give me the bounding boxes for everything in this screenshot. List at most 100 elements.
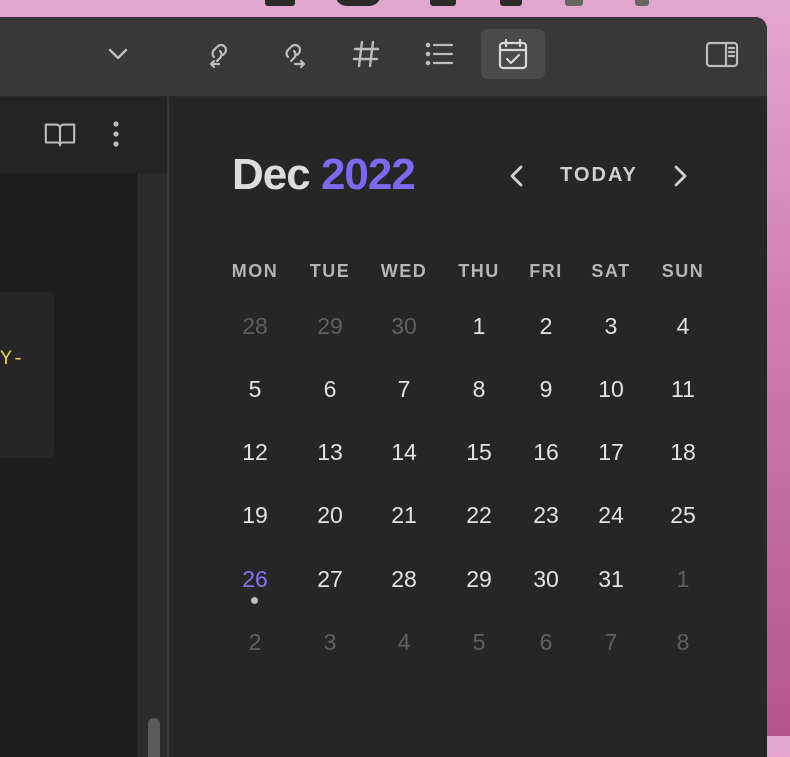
weekday-header: SAT — [591, 261, 631, 281]
calendar-day[interactable]: 29 — [300, 304, 360, 348]
calendar-day[interactable]: 7 — [374, 367, 434, 411]
calendar-day[interactable]: 16 — [516, 430, 576, 474]
calendar-day[interactable]: 10 — [581, 367, 641, 411]
calendar-day-today[interactable]: 26 — [225, 557, 285, 604]
calendar-day[interactable]: 9 — [516, 367, 576, 411]
outline-icon — [425, 42, 454, 66]
calendar-day[interactable]: 7 — [581, 620, 641, 664]
day-number: 2 — [539, 313, 553, 339]
outline-button[interactable] — [407, 29, 471, 79]
chevron-right-icon — [674, 165, 687, 187]
previous-month-button[interactable] — [499, 158, 535, 194]
day-number: 26 — [242, 566, 268, 592]
calendar-day[interactable]: 6 — [300, 367, 360, 411]
backlinks-button[interactable] — [185, 29, 249, 79]
day-number: 14 — [391, 439, 417, 465]
day-number: 1 — [472, 313, 486, 339]
day-number: 15 — [466, 439, 492, 465]
toggle-right-sidebar-icon — [705, 41, 739, 68]
day-number: 7 — [397, 376, 411, 402]
calendar-day[interactable]: 8 — [653, 620, 713, 664]
calendar-day[interactable]: 25 — [653, 493, 713, 537]
calendar-day[interactable]: 3 — [300, 620, 360, 664]
calendar-day[interactable]: 20 — [300, 493, 360, 537]
day-number: 28 — [391, 566, 417, 592]
day-number: 12 — [242, 439, 268, 465]
day-number: 4 — [397, 629, 411, 655]
editor-scrollbar[interactable] — [138, 173, 167, 757]
editor-pane: Y- — [0, 97, 168, 757]
calendar-day[interactable]: 14 — [374, 430, 434, 474]
calendar-day[interactable]: 28 — [225, 304, 285, 348]
sidebar-toolbar — [0, 17, 767, 97]
calendar-day[interactable]: 21 — [374, 493, 434, 537]
day-number: 22 — [466, 502, 492, 528]
day-number: 31 — [598, 566, 624, 592]
scrollbar-thumb[interactable] — [148, 718, 160, 757]
day-number: 7 — [604, 629, 618, 655]
calendar-day[interactable]: 31 — [581, 557, 641, 601]
day-number: 10 — [598, 376, 624, 402]
calendar-day[interactable]: 1 — [449, 304, 509, 348]
calendar-day[interactable]: 8 — [449, 367, 509, 411]
calendar-day[interactable]: 12 — [225, 430, 285, 474]
calendar-day[interactable]: 5 — [225, 367, 285, 411]
calendar-day[interactable]: 19 — [225, 493, 285, 537]
day-number: 4 — [676, 313, 690, 339]
calendar-day[interactable]: 5 — [449, 620, 509, 664]
calendar-day[interactable]: 4 — [653, 304, 713, 348]
day-number: 1 — [676, 566, 690, 592]
editor-content[interactable]: Y- — [0, 173, 138, 757]
calendar-day[interactable]: 27 — [300, 557, 360, 601]
calendar-day[interactable]: 28 — [374, 557, 434, 601]
day-number: 11 — [671, 376, 695, 402]
weekday-header: MON — [231, 261, 279, 281]
calendar-day[interactable]: 2 — [516, 304, 576, 348]
outgoing-links-button[interactable] — [259, 29, 323, 79]
chevron-left-icon — [510, 165, 523, 187]
calendar-pane: Dec 2022 TODAY MON TUE WED THU FRI SAT SUN 28 29… — [169, 97, 767, 757]
code-block: Y- — [0, 292, 54, 458]
calendar-day[interactable]: 30 — [516, 557, 576, 601]
day-number: 5 — [472, 629, 486, 655]
toggle-right-sidebar-button[interactable] — [690, 29, 754, 79]
backlinks-icon — [209, 43, 228, 69]
chevron-down-icon — [108, 48, 128, 60]
next-month-button[interactable] — [662, 158, 698, 194]
calendar-day[interactable]: 17 — [581, 430, 641, 474]
calendar-day[interactable]: 11 — [653, 367, 713, 411]
calendar-icon — [498, 38, 528, 70]
desktop-menubar-fragment — [260, 0, 700, 10]
calendar-day[interactable]: 3 — [581, 304, 641, 348]
calendar-day[interactable]: 2 — [225, 620, 285, 664]
reading-view-icon[interactable] — [43, 117, 77, 151]
day-number: 17 — [598, 439, 624, 465]
calendar-day[interactable]: 4 — [374, 620, 434, 664]
weekday-header: THU — [458, 261, 500, 281]
calendar-day[interactable]: 24 — [581, 493, 641, 537]
calendar-day[interactable]: 22 — [449, 493, 509, 537]
day-number: 23 — [533, 502, 559, 528]
day-number: 2 — [248, 629, 262, 655]
calendar-day[interactable]: 13 — [300, 430, 360, 474]
calendar-day[interactable]: 6 — [516, 620, 576, 664]
calendar-tab-button[interactable] — [481, 29, 545, 79]
tags-button[interactable] — [334, 29, 398, 79]
calendar-day[interactable]: 1 — [653, 557, 713, 601]
today-button[interactable]: TODAY — [557, 159, 641, 191]
weekday-header: WED — [380, 261, 428, 281]
calendar-day[interactable]: 15 — [449, 430, 509, 474]
code-fragment: Y- — [0, 348, 25, 371]
more-options-icon[interactable] — [103, 117, 129, 151]
day-number: 6 — [539, 629, 553, 655]
calendar-day[interactable]: 30 — [374, 304, 434, 348]
collapse-button[interactable] — [86, 29, 150, 79]
calendar-day[interactable]: 18 — [653, 430, 713, 474]
day-number: 30 — [533, 566, 559, 592]
day-number: 24 — [598, 502, 624, 528]
day-number: 27 — [317, 566, 343, 592]
calendar-day[interactable]: 23 — [516, 493, 576, 537]
calendar-day[interactable]: 29 — [449, 557, 509, 601]
day-number: 30 — [391, 313, 417, 339]
weekday-header: FRI — [529, 261, 563, 281]
